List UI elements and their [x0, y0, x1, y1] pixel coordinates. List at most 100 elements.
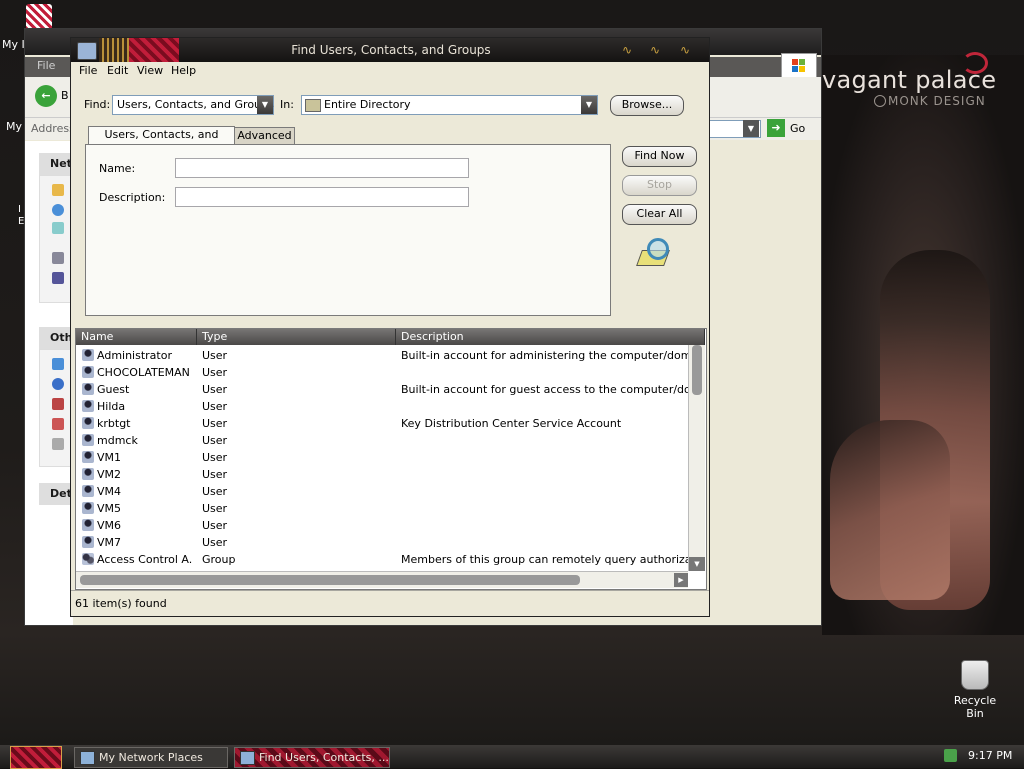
wireless-icon[interactable]: [52, 222, 64, 234]
desktop-app-icon: [26, 4, 52, 30]
cell-name: VM4: [97, 485, 122, 498]
menu-file[interactable]: File: [79, 64, 97, 77]
column-header-description[interactable]: Description: [396, 329, 705, 345]
desktop-icon-label: My I: [2, 38, 25, 51]
cell-name: VM6: [97, 519, 122, 532]
tab-users-contacts-groups[interactable]: Users, Contacts, and Groups: [88, 126, 235, 157]
table-row[interactable]: VM7 User: [76, 534, 688, 551]
cell-type: User: [202, 366, 228, 379]
cell-name: VM7: [97, 536, 122, 549]
cell-name: Access Control A...: [97, 553, 193, 566]
browse-button[interactable]: Browse...: [610, 95, 684, 116]
pane-details-header[interactable]: Det: [39, 483, 73, 505]
table-row[interactable]: VM1 User: [76, 449, 688, 466]
dialog-titlebar[interactable]: Find Users, Contacts, and Groups ∿ ∿ ∿: [71, 38, 709, 62]
wallpaper-brand-subtitle: MONK DESIGN: [888, 94, 986, 108]
table-row[interactable]: Guest User Built-in account for guest acce…: [76, 381, 688, 398]
go-arrow-icon[interactable]: ➜: [767, 119, 785, 137]
pane-network-tasks-header[interactable]: Netw: [39, 153, 82, 175]
table-row[interactable]: VM4 User: [76, 483, 688, 500]
user-icon: [82, 468, 94, 480]
menu-help[interactable]: Help: [171, 64, 196, 77]
table-row[interactable]: VM2 User: [76, 466, 688, 483]
user-icon: [82, 349, 94, 361]
find-now-button[interactable]: Find Now: [622, 146, 697, 167]
column-header-name[interactable]: Name: [76, 329, 197, 345]
maximize-icon[interactable]: ∿: [647, 43, 663, 57]
table-row[interactable]: CHOCOLATEMAN User: [76, 364, 688, 381]
internet-icon[interactable]: [52, 378, 64, 390]
vertical-scrollbar[interactable]: ▼: [688, 345, 705, 571]
in-location-dropdown[interactable]: Entire Directory ▼: [301, 95, 598, 115]
scroll-right-icon[interactable]: ▶: [674, 573, 688, 587]
table-row[interactable]: VM6 User: [76, 517, 688, 534]
task-find-users[interactable]: Find Users, Contacts, ...: [234, 747, 390, 768]
add-place-icon[interactable]: [52, 184, 64, 196]
cell-name: VM1: [97, 451, 122, 464]
network-tray-icon[interactable]: [944, 749, 957, 762]
wallpaper-figure: [830, 420, 950, 600]
monitor-icon[interactable]: [52, 272, 64, 284]
documents-icon[interactable]: [52, 418, 64, 430]
cell-description: Built-in account for administering the c…: [401, 349, 688, 362]
tab-advanced[interactable]: Advanced: [234, 127, 295, 145]
minimize-icon[interactable]: ∿: [619, 43, 635, 57]
my-computer-icon[interactable]: [52, 398, 64, 410]
close-icon[interactable]: ∿: [677, 43, 693, 57]
cell-name: VM2: [97, 468, 122, 481]
directory-icon: [305, 99, 321, 112]
task-label: My Network Places: [99, 751, 203, 764]
cell-type: User: [202, 434, 228, 447]
column-header-type[interactable]: Type: [197, 329, 396, 345]
back-button-label: B: [61, 89, 69, 102]
printers-icon[interactable]: [52, 438, 64, 450]
scroll-down-icon[interactable]: ▼: [689, 557, 705, 571]
user-icon: [82, 451, 94, 463]
status-text: 61 item(s) found: [75, 597, 167, 610]
cell-description: Built-in account for guest access to the…: [401, 383, 688, 396]
vertical-scroll-thumb[interactable]: [692, 345, 702, 395]
table-row[interactable]: Hilda User: [76, 398, 688, 415]
name-input[interactable]: [175, 158, 469, 178]
cell-type: User: [202, 383, 228, 396]
recycle-bin-label: Recycle Bin: [953, 694, 997, 720]
desktop-icon-top[interactable]: [24, 4, 54, 30]
pane-other-places-header[interactable]: Oth: [39, 327, 73, 349]
system-clock: 9:17 PM: [968, 749, 1013, 762]
horizontal-scrollbar[interactable]: ▶: [76, 571, 688, 588]
cell-type: User: [202, 417, 228, 430]
start-button[interactable]: [10, 746, 62, 769]
table-row[interactable]: VM5 User: [76, 500, 688, 517]
table-row[interactable]: krbtgt User Key Distribution Center Servic…: [76, 415, 688, 432]
group-icon: [82, 553, 94, 565]
cell-type: User: [202, 536, 228, 549]
back-arrow-icon[interactable]: ←: [35, 85, 57, 107]
address-dropdown-icon[interactable]: ▼: [743, 120, 759, 137]
bg-menu-file[interactable]: File: [37, 59, 55, 72]
menu-view[interactable]: View: [137, 64, 163, 77]
task-my-network-places[interactable]: My Network Places: [74, 747, 228, 768]
dialog-menubar: File Edit View Help: [71, 62, 709, 80]
user-icon: [82, 400, 94, 412]
cell-type: User: [202, 502, 228, 515]
menu-edit[interactable]: Edit: [107, 64, 128, 77]
network-globe-icon[interactable]: [52, 204, 64, 216]
bg-window-taskpane: Netw Oth Det: [25, 141, 82, 625]
recycle-bin-icon: [961, 660, 989, 690]
cell-name: VM5: [97, 502, 122, 515]
table-row[interactable]: Administrator User Built-in account for ad…: [76, 347, 688, 364]
table-row[interactable]: mdmck User: [76, 432, 688, 449]
description-input[interactable]: [175, 187, 469, 207]
horizontal-scroll-thumb[interactable]: [80, 575, 580, 585]
find-type-dropdown[interactable]: Users, Contacts, and Groups ▼: [112, 95, 274, 115]
go-label: Go: [790, 122, 806, 135]
control-panel-icon[interactable]: [52, 358, 64, 370]
description-label: Description:: [99, 191, 166, 204]
find-type-value: Users, Contacts, and Groups: [117, 98, 274, 111]
computer-icon[interactable]: [52, 252, 64, 264]
desktop-icon-label-my: My: [6, 120, 23, 133]
recycle-bin[interactable]: Recycle Bin: [944, 660, 1006, 720]
table-row[interactable]: Access Control A... Group Members of this …: [76, 551, 688, 568]
stop-button[interactable]: Stop: [622, 175, 697, 196]
clear-all-button[interactable]: Clear All: [622, 204, 697, 225]
